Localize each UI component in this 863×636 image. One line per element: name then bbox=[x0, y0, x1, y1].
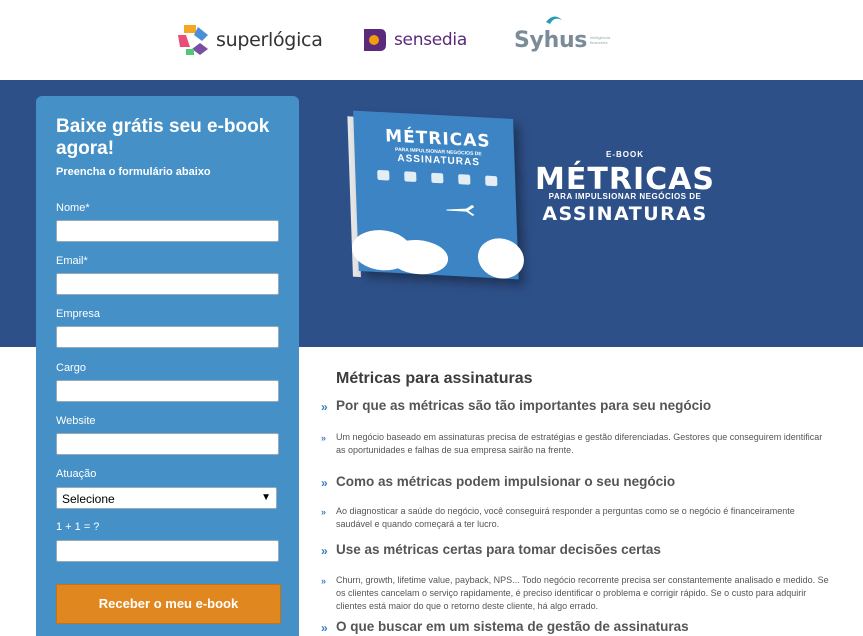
icon-thumb bbox=[377, 169, 390, 181]
form-subheading: Preencha o formulário abaixo bbox=[56, 166, 211, 178]
chevron-right-icon: » bbox=[321, 507, 327, 517]
sensedia-logo[interactable]: sensedia bbox=[360, 18, 467, 62]
superlogica-text: superlógica bbox=[216, 29, 323, 51]
icon-thumb bbox=[404, 171, 417, 182]
ebook-cover-image: MÉTRICAS PARA IMPULSIONAR NEGÓCIOS DE AS… bbox=[347, 110, 525, 285]
captcha-label: 1 + 1 = ? bbox=[56, 521, 100, 533]
icon-thumb bbox=[431, 172, 444, 184]
logo-bar: superlógica sensedia Syhus inteligência … bbox=[0, 0, 863, 80]
ebook-title2: ASSINATURAS bbox=[542, 203, 708, 225]
section-text: Churn, growth, lifetime value, payback, … bbox=[336, 575, 829, 611]
airplane-icon bbox=[446, 204, 475, 216]
chevron-right-icon: » bbox=[321, 476, 328, 490]
website-field[interactable] bbox=[56, 433, 279, 455]
syhus-tagline: inteligência financeira bbox=[590, 35, 611, 45]
superlogica-logo[interactable]: superlógica bbox=[176, 18, 323, 62]
cloud-decoration bbox=[477, 237, 525, 280]
atuacao-label: Atuação bbox=[56, 468, 97, 480]
sensedia-mark-icon bbox=[364, 29, 386, 51]
website-label: Website bbox=[56, 415, 96, 427]
ebook-label: E-BOOK bbox=[606, 150, 644, 159]
book-cover: MÉTRICAS PARA IMPULSIONAR NEGÓCIOS DE AS… bbox=[351, 110, 525, 280]
ebook-subtitle: PARA IMPULSIONAR NEGÓCIOS DE bbox=[548, 192, 702, 201]
chevron-right-icon: » bbox=[321, 433, 327, 443]
atuacao-select[interactable]: Selecione ▼ bbox=[56, 487, 277, 509]
section-heading: O que buscar em um sistema de gestão de … bbox=[336, 619, 689, 634]
cloud-decoration bbox=[387, 238, 449, 276]
email-label: Email* bbox=[56, 255, 88, 267]
syhus-wave-icon bbox=[546, 16, 562, 24]
book-cover-icons bbox=[377, 169, 498, 187]
empresa-label: Empresa bbox=[56, 308, 101, 320]
empresa-field[interactable] bbox=[56, 326, 279, 348]
chevron-right-icon: » bbox=[321, 400, 328, 414]
chevron-right-icon: » bbox=[321, 544, 328, 558]
submit-button[interactable]: Receber o meu e-book bbox=[56, 584, 281, 624]
section-text: Um negócio baseado em assinaturas precis… bbox=[336, 432, 823, 455]
nome-label: Nome* bbox=[56, 202, 90, 214]
atuacao-selected-value: Selecione bbox=[62, 492, 115, 506]
chevron-right-icon: » bbox=[321, 621, 328, 635]
section-text: Ao diagnosticar a saúde do negócio, você… bbox=[336, 506, 795, 529]
content-title: Métricas para assinaturas bbox=[336, 370, 533, 387]
nome-field[interactable] bbox=[56, 220, 279, 242]
chevron-right-icon: » bbox=[321, 576, 327, 586]
download-form: Baixe grátis seu e-book agora! Preencha … bbox=[36, 96, 299, 636]
cargo-label: Cargo bbox=[56, 362, 86, 374]
icon-thumb bbox=[458, 174, 471, 185]
captcha-field[interactable] bbox=[56, 540, 279, 562]
dropdown-arrow-icon: ▼ bbox=[261, 492, 271, 503]
form-heading: Baixe grátis seu e-book agora! bbox=[56, 116, 270, 159]
cargo-field[interactable] bbox=[56, 380, 279, 402]
icon-thumb bbox=[485, 175, 498, 187]
section-heading: Use as métricas certas para tomar decisõ… bbox=[336, 542, 661, 557]
section-heading: Como as métricas podem impulsionar o seu… bbox=[336, 474, 676, 489]
superlogica-mark-icon bbox=[178, 25, 208, 55]
sensedia-text: sensedia bbox=[394, 30, 467, 50]
syhus-logo[interactable]: Syhus inteligência financeira bbox=[512, 16, 620, 62]
section-heading: Por que as métricas são tão importantes … bbox=[336, 398, 712, 413]
email-field[interactable] bbox=[56, 273, 279, 295]
